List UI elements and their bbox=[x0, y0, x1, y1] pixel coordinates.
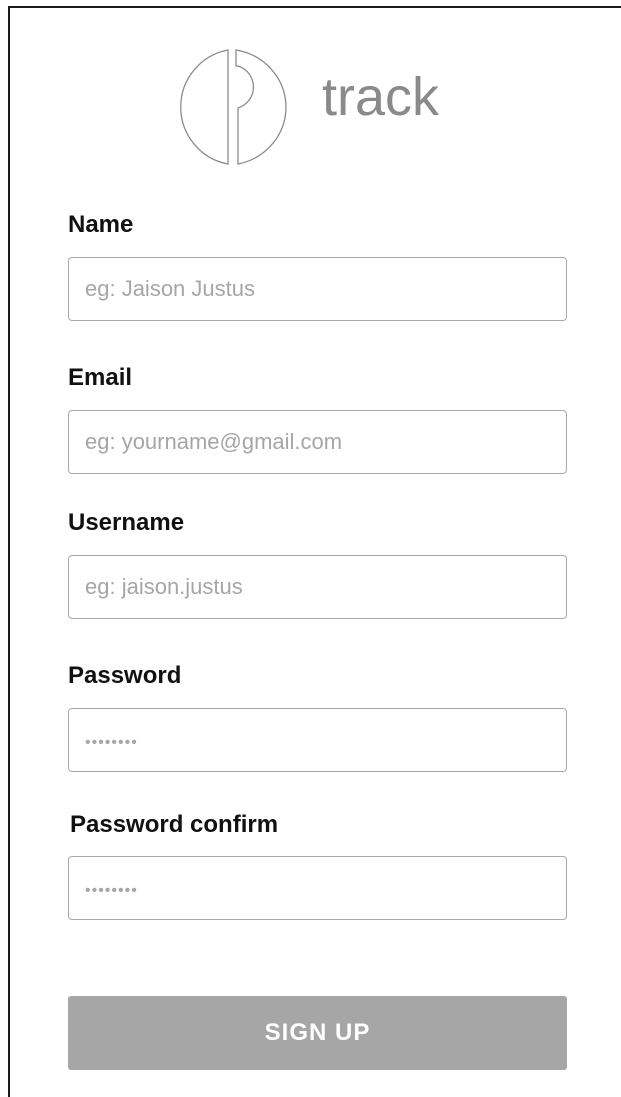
signup-screen bbox=[8, 6, 621, 1097]
password-label: Password bbox=[68, 662, 182, 689]
brand-name: track bbox=[322, 67, 440, 127]
brand-logo: track bbox=[178, 48, 478, 168]
username-label: Username bbox=[68, 509, 185, 536]
name-label: Name bbox=[68, 211, 134, 238]
email-input[interactable] bbox=[68, 410, 567, 474]
username-input[interactable] bbox=[68, 555, 567, 619]
email-label: Email bbox=[68, 364, 133, 391]
sign-up-button[interactable]: SIGN UP bbox=[68, 996, 567, 1070]
password-confirm-label: Password confirm bbox=[70, 811, 279, 838]
password-confirm-input[interactable] bbox=[68, 856, 567, 920]
track-logo-icon bbox=[180, 49, 287, 165]
password-input[interactable] bbox=[68, 708, 567, 772]
name-input[interactable] bbox=[68, 257, 567, 321]
